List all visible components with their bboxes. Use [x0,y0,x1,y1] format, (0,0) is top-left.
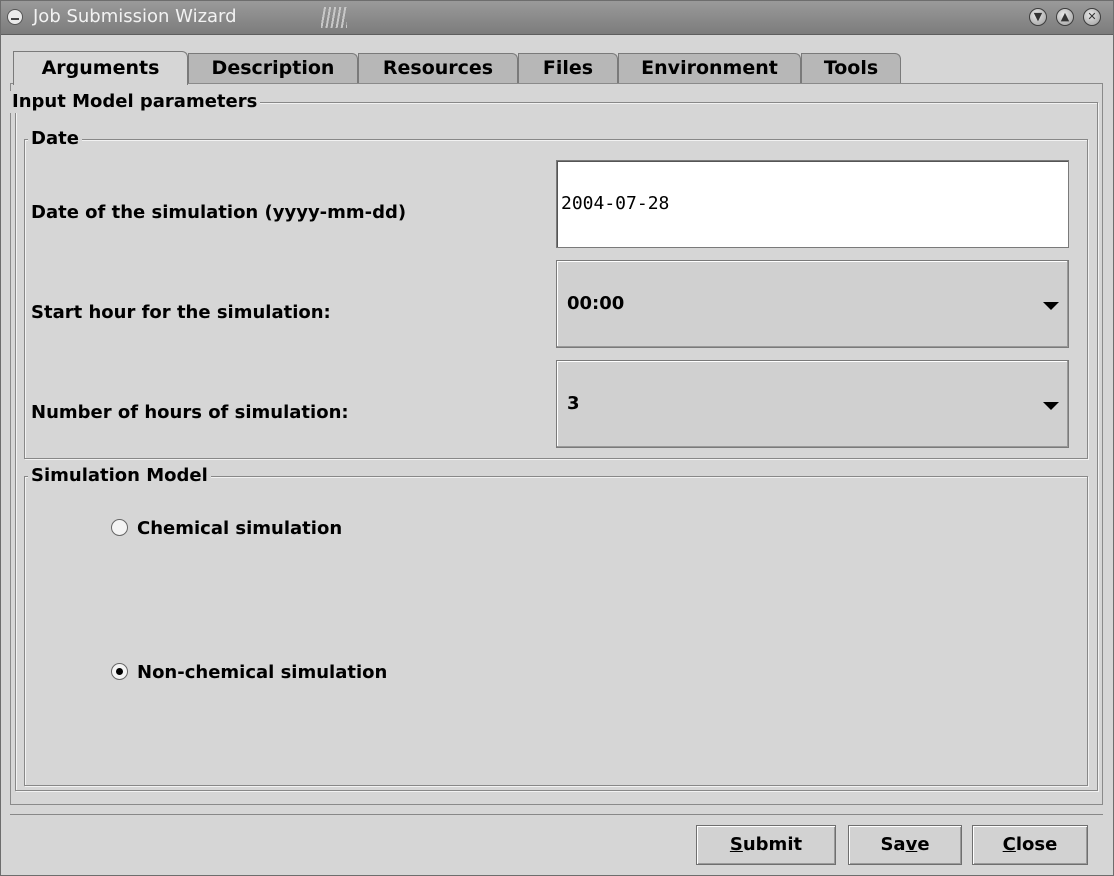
start-hour-value: 00:00 [567,293,625,314]
close-mnemonic: C [1002,834,1016,855]
tab-arguments[interactable]: Arguments [13,51,188,85]
chemical-simulation-label: Chemical simulation [137,518,343,539]
tab-tools[interactable]: Tools [801,53,901,83]
save-button[interactable]: Save [848,825,962,865]
close-button[interactable]: Close [972,825,1088,865]
save-mnemonic: v [905,834,918,855]
job-submission-window: Job Submission Wizard ▼ ▲ ✕ Arguments De… [0,0,1114,876]
date-group-title: Date [28,128,82,150]
arguments-panel: Input Model parameters Date Date of the … [9,83,1103,805]
hours-label: Number of hours of simulation: [31,402,349,423]
start-hour-select[interactable]: 00:00 [556,260,1069,348]
title-grip-icon [321,7,347,28]
chevron-down-icon [1043,302,1059,310]
tab-environment[interactable]: Environment [618,53,801,83]
date-input[interactable]: 2004-07-28 [556,160,1069,248]
radio-unchecked-icon [111,519,128,536]
simulation-model-group: Simulation Model Chemical simulation Non… [24,465,1088,786]
input-model-group: Input Model parameters Date Date of the … [9,91,1098,791]
start-hour-label: Start hour for the simulation: [31,302,331,323]
close-label: lose [1015,834,1058,855]
title-bar[interactable]: Job Submission Wizard ▼ ▲ ✕ [1,1,1113,35]
close-window-icon[interactable]: ✕ [1083,8,1101,26]
window-title: Job Submission Wizard [33,6,237,27]
chevron-down-icon [1043,402,1059,410]
minimize-icon[interactable]: ▼ [1029,8,1047,26]
submit-button[interactable]: Submit [696,825,836,865]
input-model-title: Input Model parameters [9,91,261,113]
maximize-icon[interactable]: ▲ [1056,8,1074,26]
radio-chemical-simulation[interactable]: Chemical simulation [111,518,342,540]
tab-files[interactable]: Files [518,53,618,83]
date-group: Date Date of the simulation (yyyy-mm-dd)… [24,128,1088,459]
button-bar: Submit Save Close [10,814,1103,872]
submit-mnemonic: S [729,834,743,855]
simulation-model-title: Simulation Model [28,465,211,487]
save-label-start: Sa [880,834,906,855]
non-chemical-simulation-label: Non-chemical simulation [137,662,388,683]
window-menu-icon[interactable] [7,9,23,25]
radio-checked-icon [111,663,128,680]
date-label: Date of the simulation (yyyy-mm-dd) [31,202,407,223]
radio-non-chemical-simulation[interactable]: Non-chemical simulation [111,662,387,684]
tab-description[interactable]: Description [188,53,358,83]
save-label-end: e [917,834,930,855]
hours-select[interactable]: 3 [556,360,1069,448]
tab-resources[interactable]: Resources [358,53,518,83]
hours-value: 3 [567,393,580,414]
submit-label: ubmit [742,834,803,855]
